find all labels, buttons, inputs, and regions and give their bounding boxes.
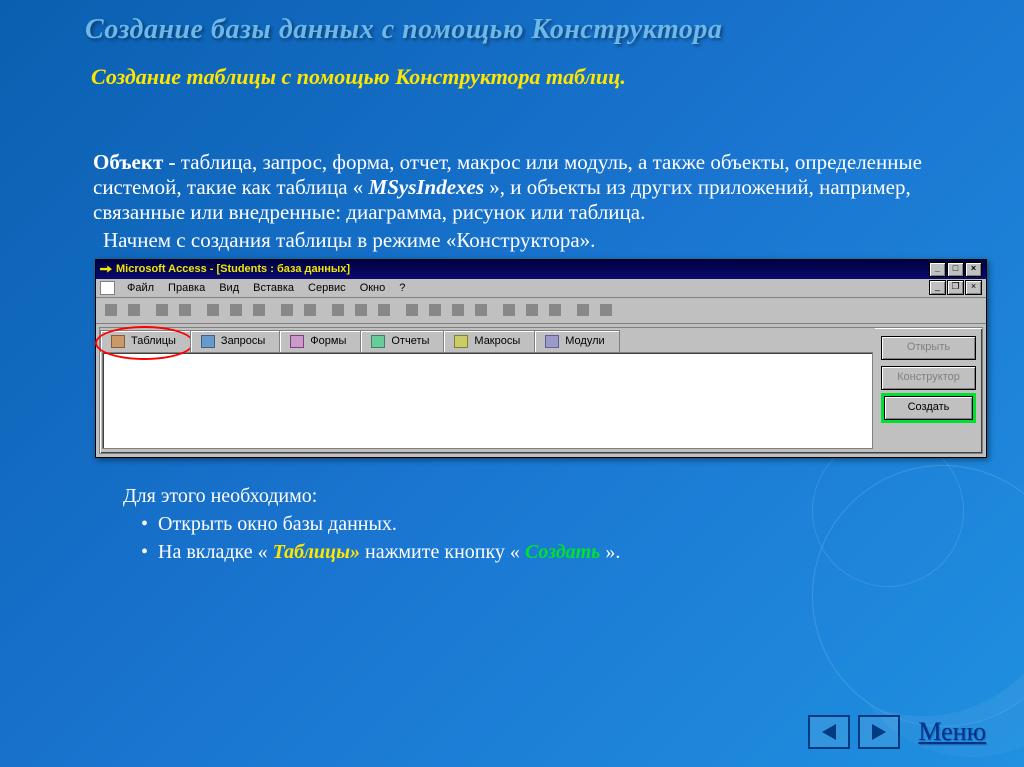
tab-macros[interactable]: Макросы — [443, 330, 535, 352]
tab-queries[interactable]: Запросы — [190, 330, 280, 352]
toolbar-button[interactable] — [299, 300, 321, 321]
toolbar-button[interactable] — [202, 300, 224, 321]
toolbar-button[interactable] — [327, 300, 349, 321]
menu-help[interactable]: ? — [393, 280, 411, 296]
menu-edit[interactable]: Правка — [162, 280, 211, 296]
slide-subtitle: Создание таблицы с помощью Конструктора … — [91, 64, 964, 90]
menu-view[interactable]: Вид — [213, 280, 245, 296]
tab-forms-label: Формы — [310, 335, 346, 347]
open-button[interactable]: Открыть — [881, 336, 976, 360]
toolbar-button[interactable] — [470, 300, 492, 321]
form-icon — [290, 335, 304, 348]
instructions-lead: Для этого необходимо: — [123, 482, 964, 510]
tab-modules[interactable]: Модули — [534, 330, 619, 352]
report-icon — [371, 335, 385, 348]
menu-window[interactable]: Окно — [354, 280, 392, 296]
toolbar-button[interactable] — [498, 300, 520, 321]
tab-macros-label: Макросы — [474, 335, 520, 347]
toolbar-button[interactable] — [174, 300, 196, 321]
menu-insert[interactable]: Вставка — [247, 280, 300, 296]
toolbar-button[interactable] — [248, 300, 270, 321]
toolbar-button[interactable] — [572, 300, 594, 321]
tab-queries-label: Запросы — [221, 335, 265, 347]
key-icon — [100, 263, 112, 275]
toolbar-button[interactable] — [595, 300, 617, 321]
bullet-2e: ». — [600, 541, 620, 563]
tab-reports[interactable]: Отчеты — [360, 330, 444, 352]
paragraph-1: Объект - таблица, запрос, форма, отчет, … — [93, 150, 964, 226]
design-button[interactable]: Конструктор — [881, 366, 976, 390]
maximize-button[interactable]: □ — [947, 262, 964, 277]
mdi-restore-button[interactable]: ❐ — [947, 280, 964, 295]
menu-tools[interactable]: Сервис — [302, 280, 352, 296]
bullet-2-create: Создать — [525, 541, 600, 563]
object-label: Объект - — [93, 150, 181, 174]
tab-forms[interactable]: Формы — [279, 330, 361, 352]
close-button[interactable]: × — [965, 262, 982, 277]
module-icon — [545, 335, 559, 348]
bullet-2c: нажмите кнопку « — [360, 541, 525, 563]
toolbar-button[interactable] — [401, 300, 423, 321]
next-button[interactable] — [858, 715, 900, 749]
prev-button[interactable] — [808, 715, 850, 749]
bullet-2-tables: Таблицы» — [273, 541, 360, 563]
object-list[interactable] — [102, 352, 873, 449]
toolbar-button[interactable] — [100, 300, 122, 321]
database-window: Таблицы Запросы Формы Отчеты — [99, 327, 983, 454]
toolbar-button[interactable] — [123, 300, 145, 321]
bullet-1: Открыть окно базы данных. — [158, 513, 397, 535]
instructions: Для этого необходимо: • Открыть окно баз… — [123, 482, 964, 566]
document-icon — [100, 281, 115, 295]
object-tabs: Таблицы Запросы Формы Отчеты — [100, 328, 875, 352]
menu-link[interactable]: Меню — [918, 717, 986, 747]
msysindexes: MSysIndexes — [369, 175, 485, 199]
toolbar-button[interactable] — [276, 300, 298, 321]
arrow-right-icon — [872, 724, 886, 740]
menubar: Файл Правка Вид Вставка Сервис Окно ? _ … — [96, 279, 986, 298]
tab-tables[interactable]: Таблицы — [100, 330, 191, 352]
mdi-close-button[interactable]: × — [965, 280, 982, 295]
macro-icon — [454, 335, 468, 348]
toolbar-button[interactable] — [424, 300, 446, 321]
tab-modules-label: Модули — [565, 335, 604, 347]
tab-tables-label: Таблицы — [131, 335, 176, 347]
toolbar-button[interactable] — [350, 300, 372, 321]
toolbar — [96, 298, 986, 324]
mdi-minimize-button[interactable]: _ — [929, 280, 946, 295]
arrow-left-icon — [822, 724, 836, 740]
create-button[interactable]: Создать — [884, 396, 973, 420]
toolbar-button[interactable] — [447, 300, 469, 321]
toolbar-button[interactable] — [151, 300, 173, 321]
minimize-button[interactable]: _ — [929, 262, 946, 277]
query-icon — [201, 335, 215, 348]
bullet-2a: На вкладке « — [158, 541, 273, 563]
highlight-box: Создать — [881, 393, 976, 423]
toolbar-button[interactable] — [373, 300, 395, 321]
slide-title: Создание базы данных с помощью Конструкт… — [85, 14, 964, 46]
paragraph-2: Начнем с создания таблицы в режиме «Конс… — [103, 228, 964, 253]
table-icon — [111, 335, 125, 348]
toolbar-button[interactable] — [225, 300, 247, 321]
titlebar: Microsoft Access - [Students : база данн… — [96, 260, 986, 279]
toolbar-button[interactable] — [521, 300, 543, 321]
menu-file[interactable]: Файл — [121, 280, 160, 296]
toolbar-button[interactable] — [544, 300, 566, 321]
window-title: Microsoft Access - [Students : база данн… — [116, 263, 350, 275]
access-window: Microsoft Access - [Students : база данн… — [95, 259, 987, 458]
tab-reports-label: Отчеты — [391, 335, 429, 347]
